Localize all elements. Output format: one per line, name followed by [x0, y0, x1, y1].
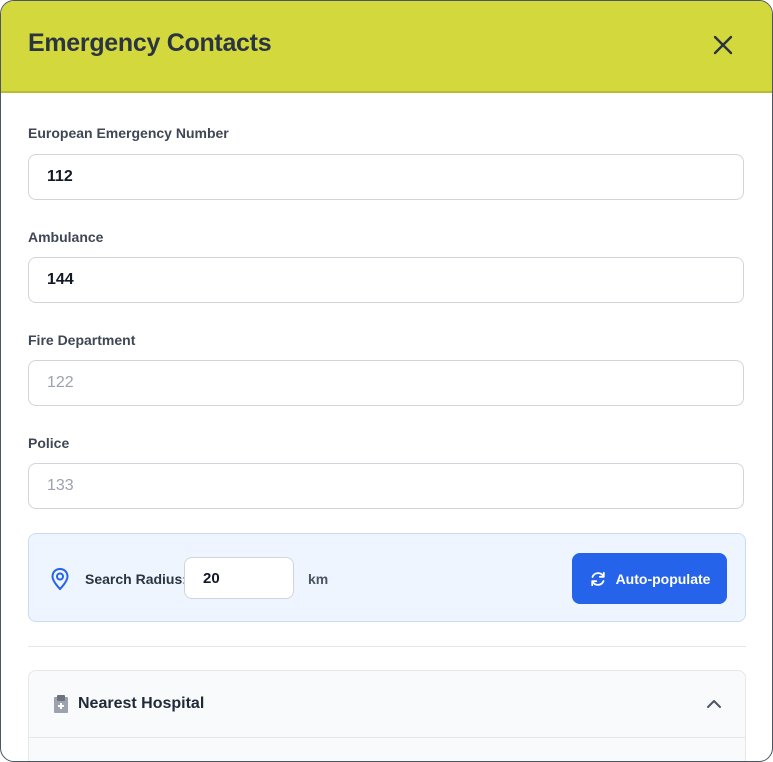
nearest-hospital-toggle[interactable]: Nearest Hospital: [29, 671, 745, 737]
european-number-label: European Emergency Number: [28, 125, 229, 141]
chevron-up-icon: [707, 700, 721, 708]
refresh-icon: [590, 571, 605, 586]
dialog-title: Emergency Contacts: [28, 29, 272, 57]
close-button[interactable]: [707, 29, 739, 61]
fire-department-label: Fire Department: [28, 332, 136, 348]
search-radius-input[interactable]: [184, 557, 294, 599]
search-radius-label: Search Radius:: [85, 571, 187, 587]
nearest-hospital-title: Nearest Hospital: [78, 695, 205, 712]
nearest-hospital-section: Nearest Hospital: [28, 670, 746, 761]
police-input[interactable]: [28, 463, 744, 509]
radius-unit: km: [308, 571, 329, 587]
dialog-header: Emergency Contacts: [1, 1, 772, 93]
auto-populate-button[interactable]: Auto-populate: [572, 553, 727, 604]
auto-populate-label: Auto-populate: [615, 570, 711, 587]
ambulance-label: Ambulance: [28, 229, 104, 245]
hospital-icon: [54, 695, 68, 713]
fire-department-input[interactable]: [28, 360, 744, 406]
european-number-input[interactable]: [28, 154, 744, 200]
hospital-header-divider: [29, 737, 745, 738]
ambulance-input[interactable]: [28, 257, 744, 303]
map-pin-icon: [51, 567, 69, 591]
emergency-contacts-dialog: Emergency Contacts European Emergency Nu…: [0, 0, 773, 762]
close-icon: [713, 35, 733, 55]
police-label: Police: [28, 435, 70, 451]
search-radius-panel: Search Radius: km Auto-populate: [28, 533, 746, 622]
section-divider: [28, 646, 746, 647]
